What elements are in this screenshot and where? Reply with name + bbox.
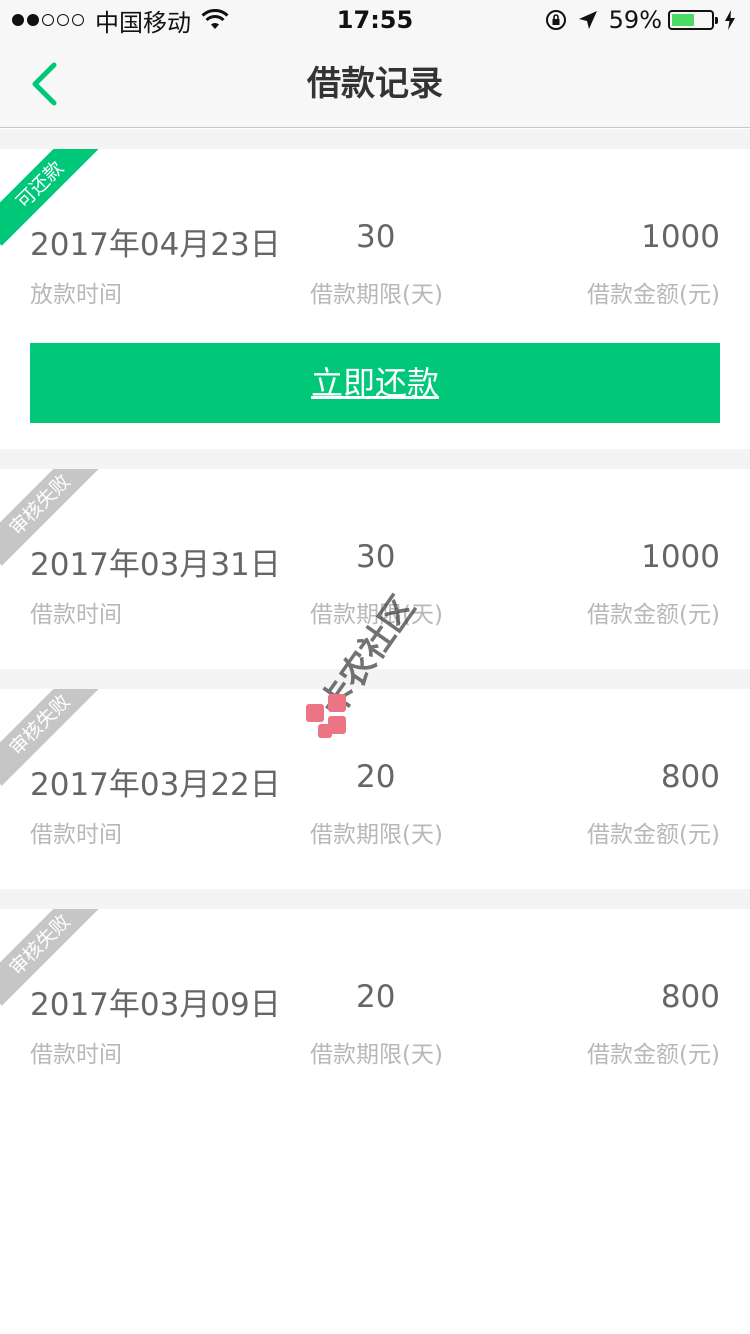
loan-amount-label: 借款金额(元): [587, 282, 720, 308]
loan-amount: 800: [660, 979, 720, 1015]
loan-amount: 1000: [641, 219, 720, 255]
chevron-left-icon: [32, 62, 57, 106]
status-right: 59%: [545, 6, 736, 34]
loan-amount: 1000: [641, 539, 720, 575]
loan-amount: 800: [660, 759, 720, 795]
status-bar: 中国移动 17:55 59%: [0, 0, 750, 40]
battery-level: [672, 14, 695, 26]
loan-date: 2017年03月31日: [30, 547, 281, 583]
orientation-lock-icon: [545, 10, 566, 30]
page-title: 借款记录: [307, 64, 443, 104]
loan-term: 20: [356, 759, 396, 795]
back-button[interactable]: [18, 58, 70, 110]
navigation-bar: 借款记录: [0, 40, 750, 128]
loan-term: 30: [356, 539, 396, 575]
loan-date: 2017年03月09日: [30, 987, 281, 1023]
loan-date: 2017年04月23日: [30, 227, 281, 263]
location-arrow-icon: [578, 11, 597, 29]
loan-date: 2017年03月22日: [30, 767, 281, 803]
loan-amount-label: 借款金额(元): [587, 602, 720, 628]
battery-percent: 59%: [608, 6, 662, 34]
loan-term: 30: [356, 219, 396, 255]
loan-amount-label: 借款金额(元): [587, 1042, 720, 1068]
loan-date-label: 借款时间: [30, 602, 122, 628]
loan-date-label: 借款时间: [30, 1042, 122, 1068]
loan-amount-label: 借款金额(元): [587, 822, 720, 848]
loan-date-label: 放款时间: [30, 282, 122, 308]
loan-date-label: 借款时间: [30, 822, 122, 848]
loan-term-label: 借款期限(天): [310, 822, 443, 848]
battery-icon: [668, 10, 718, 30]
loan-record-card: 审核失败 2017年03月09日 20 800 借款时间 借款期限(天) 借款金…: [0, 909, 750, 1109]
charging-bolt-icon: [725, 10, 735, 30]
repay-now-button[interactable]: 立即还款: [30, 343, 720, 423]
loan-term-label: 借款期限(天): [310, 1042, 443, 1068]
watermark-logo: 卡农社区: [306, 590, 423, 738]
loan-record-card: 可还款 2017年04月23日 30 1000 放款时间 借款期限(天) 借款金…: [0, 149, 750, 449]
loan-term-label: 借款期限(天): [310, 282, 443, 308]
loan-term: 20: [356, 979, 396, 1015]
